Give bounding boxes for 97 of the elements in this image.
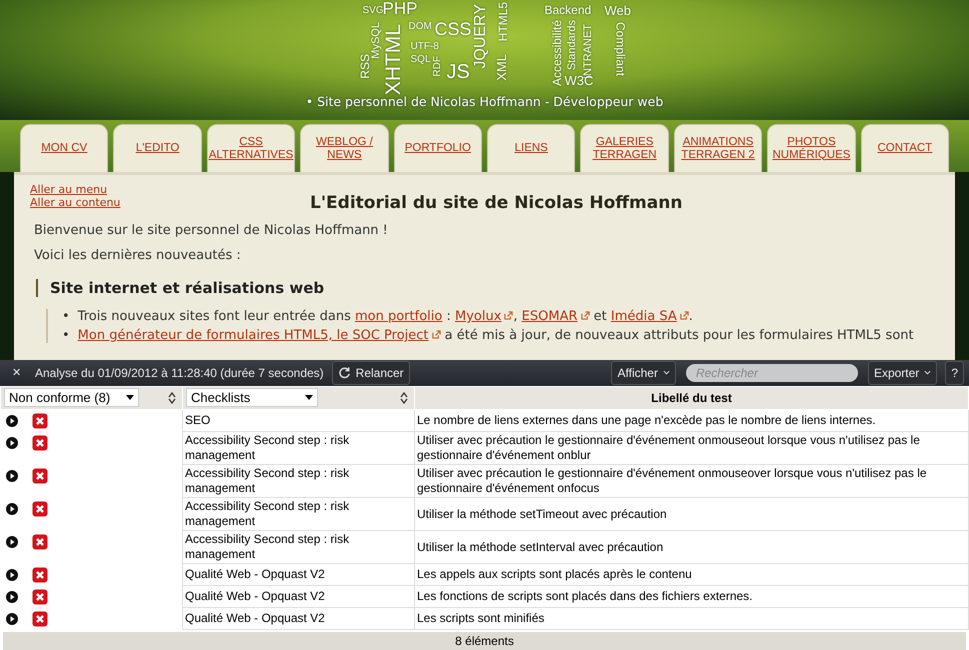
logo-word: Accessibilité (550, 20, 562, 86)
nav-tab[interactable]: L'EDITO (113, 124, 202, 172)
close-button[interactable]: ✕ (12, 366, 21, 380)
table-cell: Les fonctions de scripts sont placés dans des fichiers externes. (414, 586, 968, 608)
logo-word: JS (446, 62, 470, 82)
nav-tab[interactable]: GALERIES TERRAGEN (580, 124, 669, 172)
logo-word: PHP (382, 0, 418, 17)
external-link-icon (680, 311, 689, 320)
page-title: L'Editorial du site de Nicolas Hoffmann (310, 193, 682, 213)
text-link[interactable]: mon portfolio (354, 309, 442, 324)
expand-icon[interactable] (6, 470, 18, 482)
nav-tab[interactable]: LIENS (487, 124, 576, 172)
table-cell: Les scripts sont minifiés (414, 608, 968, 630)
skip-link[interactable]: Aller au contenu (30, 196, 270, 210)
logo-word: Backend (544, 4, 592, 16)
news-item: • Mon générateur de formulaires HTML5, le SOC Project a été mis à jour, de nouveaux attributs pour les formulaires HTML5 sont (62, 328, 914, 343)
table-cell: Utiliser la méthode setInterval avec précaution (414, 530, 968, 564)
dropdown-caret-icon (305, 395, 313, 400)
table-cell: Accessibility Second step : risk management (182, 432, 414, 464)
logo-word: SVG (362, 6, 384, 16)
show-button[interactable]: Afficher (611, 360, 676, 385)
dropdown-caret-icon (126, 395, 134, 400)
filter-dropdown[interactable]: Non conforme (8) (4, 388, 139, 407)
logo-word: RSS (358, 54, 370, 79)
table-cell: Accessibility Second step : risk management (182, 498, 414, 530)
logo-word: CSS (434, 20, 472, 38)
nav-tab[interactable]: WEBLOG / NEWS (300, 124, 389, 172)
external-link-icon (432, 330, 441, 339)
expand-icon[interactable] (6, 568, 18, 580)
table-cell: Accessibility Second step : risk management (182, 464, 414, 498)
error-icon (32, 534, 48, 550)
external-link-icon (504, 311, 514, 320)
sort-icon[interactable] (168, 392, 176, 404)
error-icon (32, 566, 48, 582)
table-cell: Utiliser avec précaution le gestionnaire d'événement onmouseout lorsque vous n'utilisez pas le gestionnaire d'événement onblur (414, 432, 968, 464)
error-icon (32, 610, 48, 626)
nav-tab[interactable]: ANIMATIONS TERRAGEN 2 (674, 124, 762, 172)
logo-word: JQUERY (472, 4, 488, 69)
export-button[interactable]: Exporter (868, 360, 938, 385)
error-icon (32, 412, 48, 428)
table-cell: Le nombre de liens externes dans une page n'excède pas le nombre de liens internes. (414, 409, 968, 432)
rerun-button[interactable]: Relancer (332, 360, 410, 385)
refresh-icon (338, 366, 351, 380)
section-title: Site internet et réalisations web (36, 279, 939, 297)
logo-word: RDF (432, 56, 442, 77)
external-link[interactable]: Imédia SA (610, 309, 689, 324)
help-button[interactable]: ? (945, 360, 964, 385)
logo-word: XHTML (382, 24, 404, 96)
table-cell: Qualité Web - Opquast V2 (182, 564, 414, 586)
expand-icon[interactable] (6, 536, 18, 548)
table-cell: Utiliser la méthode setTimeout avec précaution (414, 498, 968, 530)
table-cell: Qualité Web - Opquast V2 (182, 608, 414, 630)
analysis-title: Analyse du 01/09/2012 à 11:28:40 (durée 7 secondes) (35, 366, 324, 380)
error-icon (32, 468, 48, 484)
nav-tab[interactable]: PORTFOLIO (394, 124, 482, 172)
logo-word: Web (604, 4, 631, 17)
expand-icon[interactable] (6, 436, 18, 448)
logo-word: DOM (408, 22, 432, 32)
error-icon (32, 588, 48, 604)
external-link-icon (580, 311, 590, 320)
paragraph: Bienvenue sur le site personnel de Nicolas Hoffmann ! (34, 223, 389, 238)
nav-tab[interactable]: CSS ALTERNATIVES (206, 124, 296, 172)
logo-word: HTML5 (496, 2, 508, 42)
logo-word: Compliant (614, 22, 626, 76)
external-link[interactable]: Mon générateur de formulaires HTML5, le SOC Project (78, 328, 441, 343)
error-icon (32, 500, 48, 516)
paragraph: Voici les dernières nouveautés : (34, 248, 242, 263)
expand-icon[interactable] (6, 502, 18, 514)
caret-icon (662, 370, 670, 376)
logo-word: UTF-8 (410, 42, 439, 52)
table-cell: Utiliser avec précaution le gestionnaire d'événement onmouseover lorsque vous n'utilisez pas le gestionnaire d'événement onfocus (414, 464, 968, 498)
external-link[interactable]: Myolux (454, 309, 514, 324)
expand-icon[interactable] (6, 590, 18, 602)
nav-tab[interactable]: CONTACT (860, 124, 950, 172)
sort-icon[interactable] (400, 392, 408, 404)
logo-word: MySQL (370, 22, 382, 59)
result-count: 8 éléments (3, 632, 966, 650)
expand-icon[interactable] (6, 414, 18, 426)
caret-icon (924, 370, 932, 376)
logo-word: XML (494, 54, 508, 81)
table-cell: Les appels aux scripts sont placés après le contenu (414, 564, 968, 586)
table-cell: Accessibility Second step : risk management (182, 530, 414, 564)
column-header: Libellé du test (414, 386, 968, 409)
filter-dropdown[interactable]: Checklists (186, 388, 318, 407)
logo-word: SQL (410, 55, 431, 65)
nav-tab[interactable]: PHOTOS NUMÉRIQUES (767, 124, 856, 172)
nav-tab[interactable]: MON CV (20, 124, 108, 172)
table-cell: Qualité Web - Opquast V2 (182, 586, 414, 608)
expand-icon[interactable] (6, 612, 18, 624)
skip-link[interactable]: Aller au menu (30, 183, 270, 196)
table-cell: SEO (182, 409, 414, 432)
news-item: • Trois nouveaux sites font leur entrée dans mon portfolio : Myolux , ESOMAR et Imédia SA . (62, 309, 693, 324)
external-link[interactable]: ESOMAR (522, 309, 590, 324)
site-tagline: • Site personnel de Nicolas Hoffmann - Développeur web (306, 94, 664, 109)
search-field[interactable]: Rechercher (686, 364, 858, 382)
error-icon (32, 434, 48, 450)
logo-word: Standards (566, 20, 578, 70)
